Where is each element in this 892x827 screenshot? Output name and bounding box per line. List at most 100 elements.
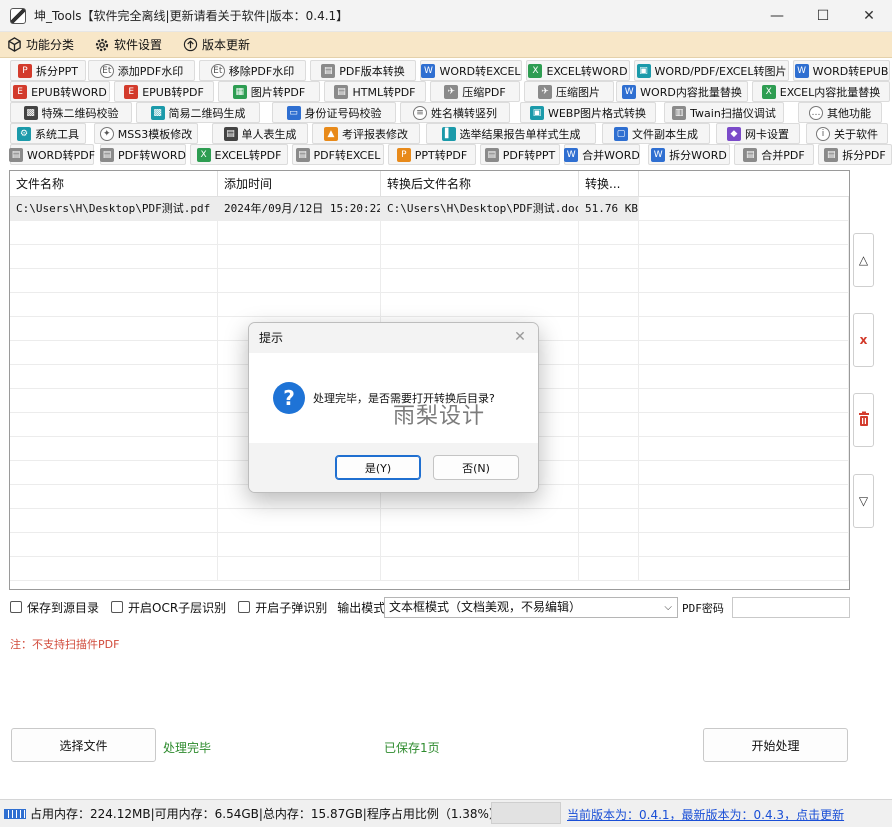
close-window-button[interactable]: ✕	[846, 0, 892, 32]
checkbox-box	[111, 601, 124, 613]
column-header-file-name[interactable]: 文件名称	[10, 171, 218, 197]
tool-button[interactable]: ▤ 合并PDF	[734, 144, 814, 165]
table-cell	[639, 269, 849, 293]
tool-button-label: 网卡设置	[745, 127, 789, 141]
move-up-button[interactable]: △	[853, 233, 874, 287]
tool-button[interactable]: ▲ 考评报表修改	[312, 123, 420, 144]
tool-button[interactable]: X EXCEL内容批量替换	[752, 81, 890, 102]
tool-button[interactable]: P 拆分PPT	[10, 60, 86, 81]
tool-button-label: WORD转EPUB	[812, 64, 889, 78]
version-update-link[interactable]: 当前版本为：0.4.1，最新版本为：0.4.3，点击更新	[567, 806, 844, 823]
tool-button[interactable]: ✈ 压缩图片	[524, 81, 614, 102]
start-process-button[interactable]: 开始处理	[703, 728, 848, 762]
tool-button[interactable]: W 拆分WORD	[648, 144, 730, 165]
tool-button[interactable]: ✦ MSS3模板修改	[94, 123, 198, 144]
tool-button-label: WORD转PDF	[26, 148, 96, 162]
tool-button[interactable]: ▩ 简易二维码生成	[136, 102, 260, 123]
tool-icon: ▩	[23, 105, 38, 120]
tool-button[interactable]: ◆ 网卡设置	[716, 123, 800, 144]
pdf-password-input[interactable]	[732, 597, 850, 618]
table-row[interactable]	[10, 245, 849, 269]
tool-button[interactable]: Et 移除PDF水印	[199, 60, 306, 81]
table-cell	[639, 365, 849, 389]
table-row[interactable]: C:\Users\H\Desktop\PDF测试.pdf 2024年/09月/12…	[10, 197, 849, 221]
tool-button[interactable]: W 合并WORD	[564, 144, 640, 165]
save-to-source-checkbox[interactable]: 保存到源目录	[10, 599, 99, 616]
dialog-yes-button[interactable]: 是(Y)	[335, 455, 421, 480]
tool-button-label: MSS3模板修改	[117, 127, 193, 141]
tool-button[interactable]: ▤ 单人表生成	[212, 123, 308, 144]
select-file-button[interactable]: 选择文件	[11, 728, 156, 762]
tool-button-label: PDF转EXCEL	[313, 148, 381, 162]
tool-icon: W	[794, 63, 809, 78]
table-cell	[10, 245, 218, 269]
dialog-no-button[interactable]: 否(N)	[433, 455, 519, 480]
clear-list-button[interactable]	[853, 393, 874, 447]
tool-button[interactable]: ▤ 拆分PDF	[818, 144, 892, 165]
dialog-close-button[interactable]: ✕	[512, 329, 528, 345]
table-row[interactable]	[10, 293, 849, 317]
tool-icon: ▤	[334, 84, 349, 99]
tool-button[interactable]: ▤ PDF转PPT	[480, 144, 560, 165]
tool-button[interactable]: ▦ 图片转PDF	[218, 81, 320, 102]
tool-button[interactable]: ▩ 特殊二维码校验	[10, 102, 132, 123]
table-cell	[218, 557, 381, 581]
move-down-button[interactable]: ▽	[853, 474, 874, 528]
tool-button[interactable]: W WORD内容批量替换	[616, 81, 748, 102]
minimize-button[interactable]: —	[754, 0, 800, 32]
tool-button[interactable]: E EPUB转PDF	[114, 81, 214, 102]
tool-button[interactable]: P PPT转PDF	[388, 144, 476, 165]
tool-icon: Et	[99, 63, 114, 78]
table-cell	[579, 389, 639, 413]
tool-button-label: PPT转PDF	[414, 148, 468, 162]
tool-button[interactable]: ▣ WORD/PDF/EXCEL转图片	[634, 60, 789, 81]
table-cell	[381, 293, 579, 317]
tool-button[interactable]: ▤ PDF转WORD	[99, 144, 186, 165]
tool-button[interactable]: ▢ 文件副本生成	[602, 123, 710, 144]
table-row[interactable]	[10, 221, 849, 245]
tool-button-label: 图片转PDF	[250, 85, 306, 99]
tool-button[interactable]: i 关于软件	[806, 123, 888, 144]
tool-button[interactable]: ▤ HTML转PDF	[324, 81, 426, 102]
tool-button[interactable]: Et 添加PDF水印	[88, 60, 195, 81]
menu-version-update[interactable]: 版本更新	[182, 36, 250, 53]
tool-button[interactable]: ≡ 姓名横转竖列	[400, 102, 510, 123]
tool-button[interactable]: ▤ PDF版本转换	[310, 60, 416, 81]
column-header-converted-size[interactable]: 转换...	[579, 171, 639, 197]
tool-button[interactable]: X EXCEL转WORD	[526, 60, 630, 81]
table-cell	[10, 461, 218, 485]
tool-button[interactable]: ▌ 选举结果报告单样式生成	[426, 123, 596, 144]
table-cell	[579, 317, 639, 341]
column-header-add-time[interactable]: 添加时间	[218, 171, 381, 197]
tool-button[interactable]: ✈ 压缩PDF	[430, 81, 520, 102]
sub-recognition-checkbox[interactable]: 开启子弹识别	[238, 599, 327, 616]
output-mode-select[interactable]: 文本框模式（文档美观，不易编辑） ⌵	[384, 597, 678, 618]
menu-function-category[interactable]: 功能分类	[6, 36, 74, 53]
table-row[interactable]	[10, 269, 849, 293]
tool-button-label: 其他功能	[827, 106, 871, 120]
menu-software-settings[interactable]: 软件设置	[94, 36, 162, 53]
remove-item-button[interactable]: x	[853, 313, 874, 367]
tool-button[interactable]: ▥ Twain扫描仪调试	[664, 102, 784, 123]
tool-button[interactable]: … 其他功能	[798, 102, 882, 123]
column-header-converted-name[interactable]: 转换后文件名称	[381, 171, 579, 197]
table-row[interactable]	[10, 533, 849, 557]
table-cell	[10, 557, 218, 581]
ocr-layer-checkbox[interactable]: 开启OCR子层识别	[111, 599, 226, 616]
tool-button[interactable]: ▤ WORD转PDF	[8, 144, 96, 165]
tool-button[interactable]: ▤ PDF转EXCEL	[292, 144, 384, 165]
tool-button[interactable]: ⚙ 系统工具	[10, 123, 86, 144]
table-row[interactable]	[10, 509, 849, 533]
tool-button[interactable]: W WORD转EXCEL	[420, 60, 522, 81]
tool-button-label: 移除PDF水印	[228, 64, 295, 78]
maximize-button[interactable]: ☐	[800, 0, 846, 32]
tool-button[interactable]: ▣ WEBP图片格式转换	[520, 102, 656, 123]
checkbox-label: 开启OCR子层识别	[128, 600, 227, 615]
table-cell	[639, 413, 849, 437]
table-row[interactable]	[10, 557, 849, 581]
tool-button[interactable]: X EXCEL转PDF	[190, 144, 288, 165]
tool-button-label: WORD/PDF/EXCEL转图片	[654, 64, 787, 78]
tool-button[interactable]: E EPUB转WORD	[10, 81, 110, 102]
tool-button[interactable]: ▭ 身份证号码校验	[272, 102, 396, 123]
tool-button[interactable]: W WORD转EPUB	[793, 60, 890, 81]
